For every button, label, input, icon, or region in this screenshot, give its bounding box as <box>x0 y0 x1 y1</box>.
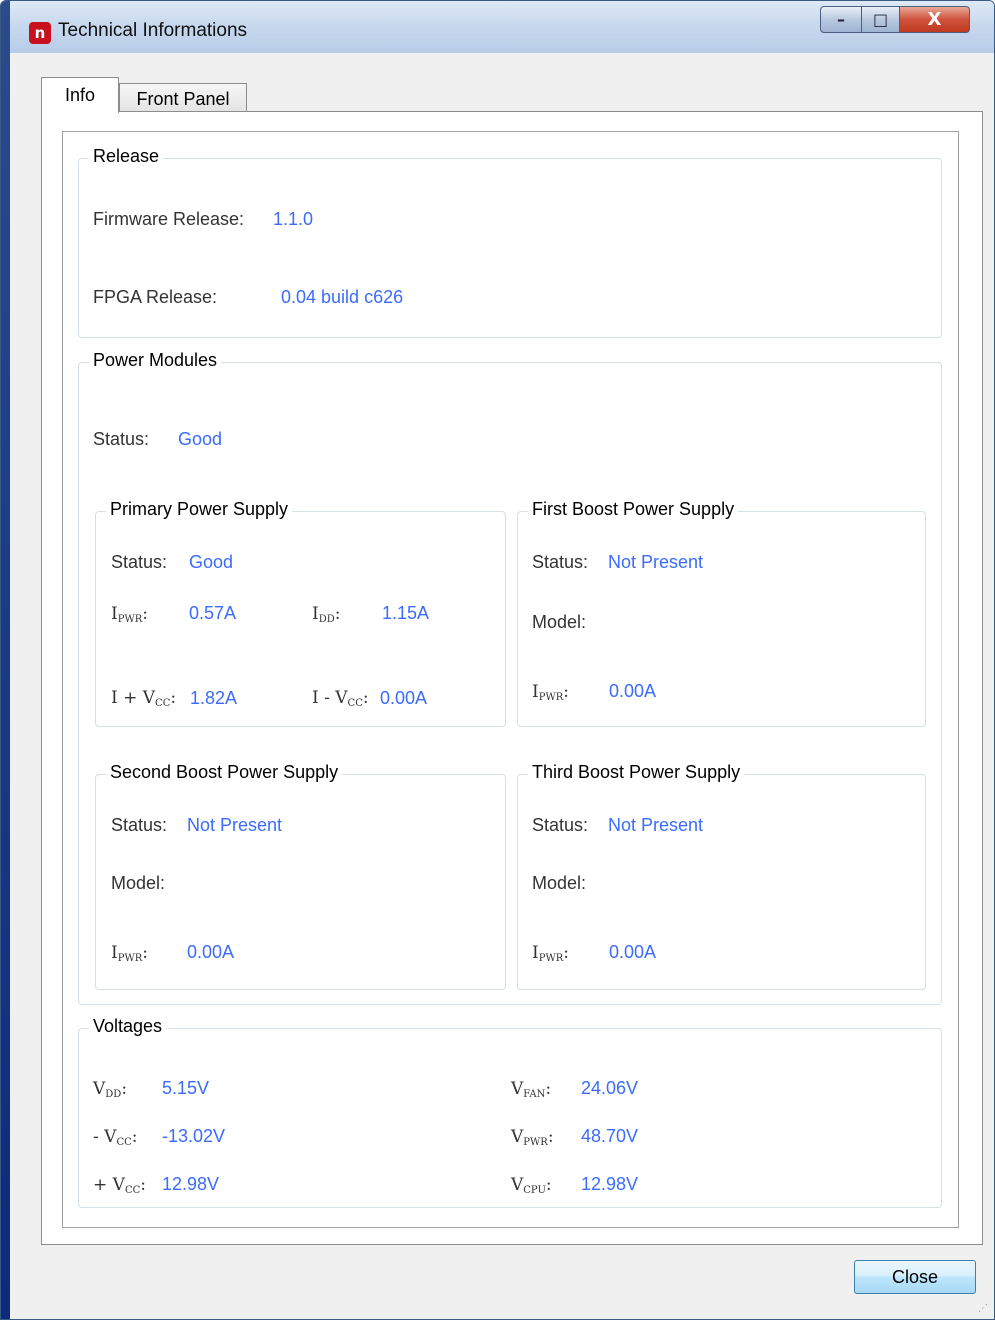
primary-i-minus-vcc-label: I - VCC: <box>312 688 369 709</box>
power-modules-status-label: Status: <box>93 429 150 449</box>
plus-vcc-value: 12.98V <box>162 1174 220 1194</box>
second-boost-model-label: Model: <box>111 873 166 893</box>
technical-informations-window: n Technical Informations – □ X Info Fron… <box>0 0 995 1320</box>
vcpu-value: 12.98V <box>581 1174 639 1194</box>
vcpu-label: VCPU: <box>511 1175 552 1196</box>
close-window-button[interactable]: X <box>900 6 970 33</box>
vpwr-value: 48.70V <box>581 1126 639 1146</box>
window-title: Technical Informations <box>58 20 248 41</box>
firmware-release-value: 1.1.0 <box>273 209 314 229</box>
voltages-group: Voltages VDD: 5.15V - VCC: -13.02V + VCC… <box>78 1016 942 1208</box>
title-bar[interactable]: n Technical Informations – □ X <box>10 1 994 53</box>
window-left-edge <box>1 1 10 1319</box>
firmware-release-label: Firmware Release: <box>93 209 245 229</box>
power-modules-group: Power Modules Status: Good Primary Power… <box>78 350 942 1005</box>
maximize-button[interactable]: □ <box>862 6 900 33</box>
info-content-frame: Release Firmware Release: 1.1.0 FPGA Rel… <box>62 131 959 1228</box>
vdd-label: VDD: <box>93 1079 128 1100</box>
fpga-release-label: FPGA Release: <box>93 287 218 307</box>
first-boost-status-label: Status: <box>532 552 589 572</box>
third-boost-ipwr-label: IPWR: <box>532 943 569 964</box>
third-boost-ipwr-value: 0.00A <box>609 942 657 962</box>
info-tab-panel: Release Firmware Release: 1.1.0 FPGA Rel… <box>41 111 983 1245</box>
resize-grip-icon[interactable]: ⋰ <box>978 1303 990 1315</box>
first-boost-ipwr-label: IPWR: <box>532 682 569 703</box>
third-boost-power-supply-title: Third Boost Power Supply <box>528 762 745 783</box>
vfan-label: VFAN: <box>511 1079 552 1100</box>
voltages-group-title: Voltages <box>89 1016 167 1037</box>
tab-info[interactable]: Info <box>41 77 119 113</box>
second-boost-status-value: Not Present <box>187 815 283 835</box>
second-boost-ipwr-value: 0.00A <box>187 942 235 962</box>
maximize-icon: □ <box>872 10 889 29</box>
plus-vcc-label: + VCC: <box>93 1175 146 1196</box>
third-boost-status-label: Status: <box>532 815 589 835</box>
app-logo-icon: n <box>29 22 51 44</box>
minus-vcc-value: -13.02V <box>162 1126 226 1146</box>
primary-power-supply-title: Primary Power Supply <box>106 499 293 520</box>
window-controls: – □ X <box>820 6 970 33</box>
minimize-button[interactable]: – <box>820 6 862 33</box>
primary-status-label: Status: <box>111 552 168 572</box>
fpga-release-value: 0.04 build c626 <box>281 287 404 307</box>
power-modules-status-value: Good <box>178 429 223 449</box>
vfan-value: 24.06V <box>581 1078 639 1098</box>
primary-idd-label: IDD: <box>312 604 341 625</box>
first-boost-ipwr-value: 0.00A <box>609 681 657 701</box>
first-boost-status-value: Not Present <box>608 552 704 572</box>
second-boost-ipwr-label: IPWR: <box>111 943 148 964</box>
close-icon: X <box>927 9 942 30</box>
primary-status-value: Good <box>189 552 234 572</box>
close-button[interactable]: Close <box>854 1260 976 1294</box>
power-modules-group-title: Power Modules <box>89 350 222 371</box>
second-boost-power-supply-title: Second Boost Power Supply <box>106 762 343 783</box>
minus-vcc-label: - VCC: <box>93 1127 138 1148</box>
vdd-value: 5.15V <box>162 1078 210 1098</box>
primary-ipwr-value: 0.57A <box>189 603 237 623</box>
minimize-icon: – <box>837 10 845 29</box>
second-boost-power-supply-group: Second Boost Power Supply Status: Not Pr… <box>95 762 506 990</box>
primary-ipwr-label: IPWR: <box>111 604 148 625</box>
second-boost-status-label: Status: <box>111 815 168 835</box>
primary-power-supply-group: Primary Power Supply Status: Good IPWR: … <box>95 499 506 727</box>
primary-i-plus-vcc-label: I + VCC: <box>111 688 177 709</box>
first-boost-model-label: Model: <box>532 612 587 632</box>
primary-idd-value: 1.15A <box>382 603 430 623</box>
vpwr-label: VPWR: <box>511 1127 554 1148</box>
third-boost-status-value: Not Present <box>608 815 704 835</box>
tab-front-panel[interactable]: Front Panel <box>119 83 247 113</box>
release-group: Release Firmware Release: 1.1.0 FPGA Rel… <box>78 146 942 338</box>
release-group-title: Release <box>89 146 164 167</box>
first-boost-power-supply-group: First Boost Power Supply Status: Not Pre… <box>517 499 926 727</box>
first-boost-power-supply-title: First Boost Power Supply <box>528 499 739 520</box>
third-boost-model-label: Model: <box>532 873 587 893</box>
primary-i-plus-vcc-value: 1.82A <box>190 688 238 708</box>
primary-i-minus-vcc-value: 0.00A <box>380 688 428 708</box>
dialog-client-area: Info Front Panel Release Firmware Releas… <box>10 53 994 1319</box>
third-boost-power-supply-group: Third Boost Power Supply Status: Not Pre… <box>517 762 926 990</box>
